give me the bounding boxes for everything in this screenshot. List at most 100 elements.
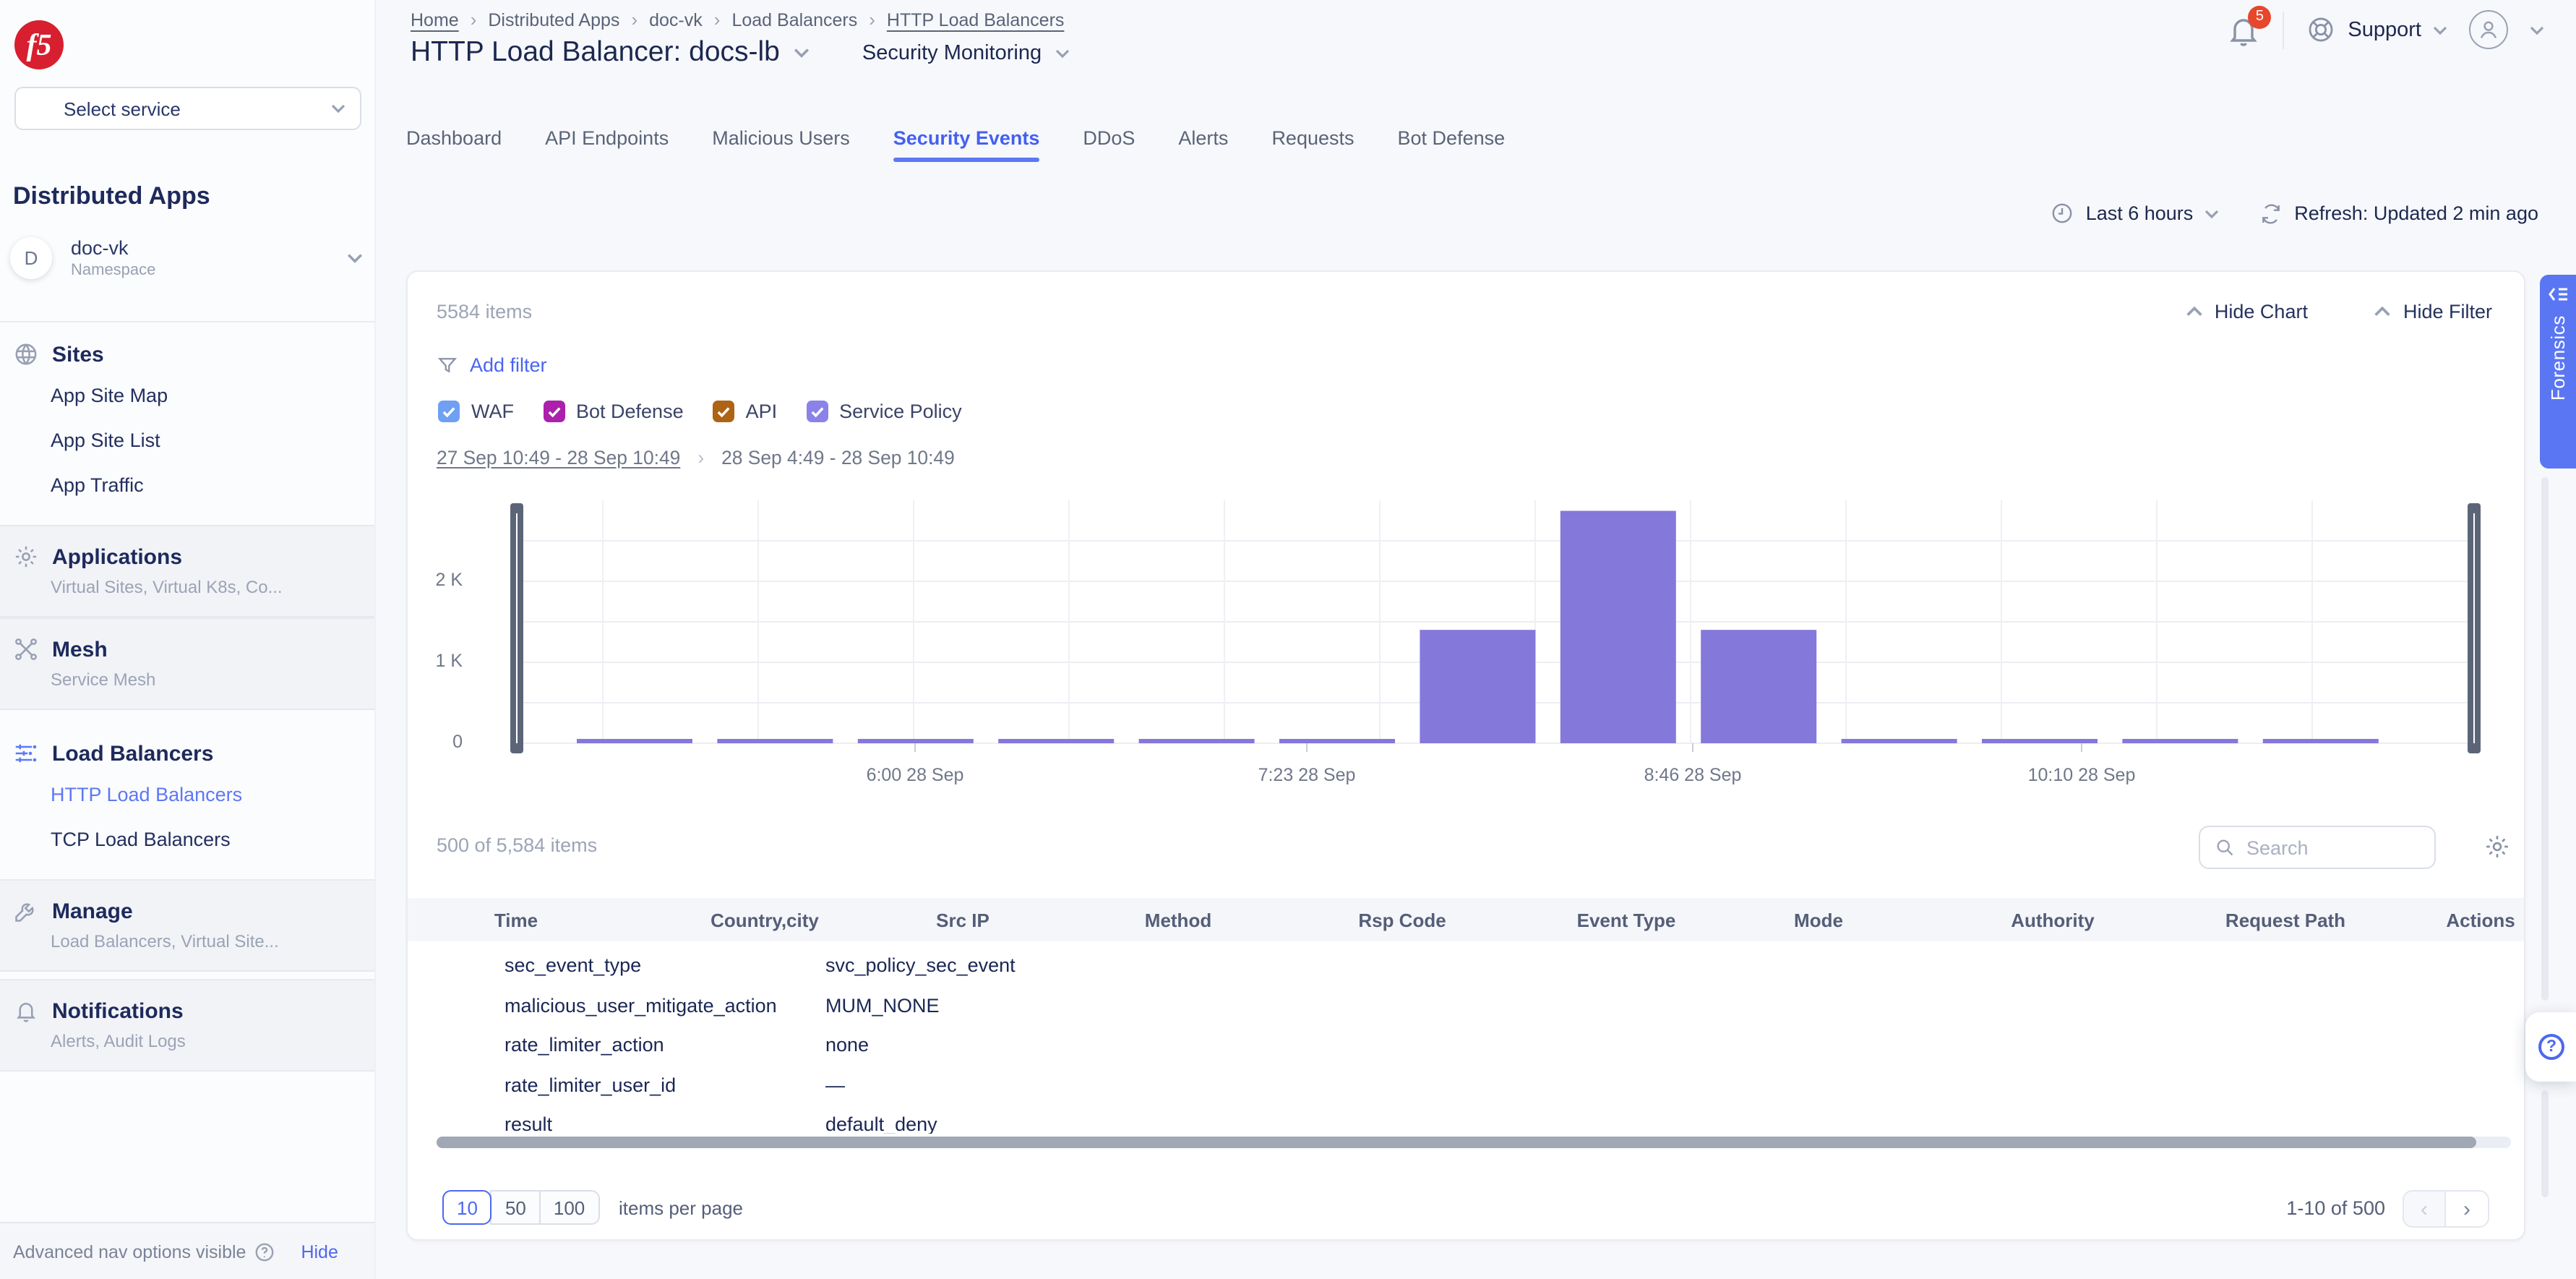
tab-security-events[interactable]: Security Events — [893, 127, 1040, 162]
context-menu[interactable]: Security Monitoring — [862, 41, 1069, 64]
column-header-rsp-code[interactable]: Rsp Code — [1358, 910, 1446, 931]
sidebar-section-label: Sites — [52, 342, 104, 367]
chevron-down-icon[interactable] — [794, 48, 810, 58]
search-input[interactable] — [2246, 837, 2420, 858]
tab-malicious-users[interactable]: Malicious Users — [712, 127, 850, 162]
time-range-dropdown[interactable]: Last 6 hours — [2050, 201, 2220, 226]
breadcrumb-item-doc-vk[interactable]: doc-vk — [649, 9, 703, 30]
sidebar-section-head-mesh[interactable]: Mesh — [0, 636, 374, 662]
table-row[interactable]: sec_event_typesvc_policy_sec_event — [408, 946, 2524, 985]
vertical-scrollbar[interactable] — [2541, 477, 2549, 1001]
hide-nav-link[interactable]: Hide — [301, 1241, 338, 1262]
vertical-scrollbar[interactable] — [2541, 1090, 2549, 1197]
breadcrumb-item-distributed-apps[interactable]: Distributed Apps — [488, 9, 619, 30]
table-row[interactable]: malicious_user_mitigate_actionMUM_NONE — [408, 985, 2524, 1025]
tab-alerts[interactable]: Alerts — [1178, 127, 1228, 162]
bar-8:30[interactable] — [1560, 511, 1676, 743]
bar-11:00[interactable] — [2263, 739, 2379, 743]
refresh-button[interactable]: Refresh: Updated 2 min ago — [2259, 202, 2538, 225]
sidebar-section-head-applications[interactable]: Applications — [0, 544, 374, 570]
page-size-10[interactable]: 10 — [442, 1190, 492, 1225]
prev-page-button[interactable]: ‹ — [2404, 1192, 2446, 1226]
checkbox-bot-defense[interactable] — [543, 401, 564, 422]
filter-service-policy[interactable]: Service Policy — [806, 401, 962, 422]
column-header-request-path[interactable]: Request Path — [2225, 910, 2345, 931]
bar-8:00[interactable] — [1420, 630, 1535, 743]
chevron-down-icon — [1055, 48, 1069, 57]
page-size-100[interactable]: 100 — [539, 1190, 599, 1225]
checkbox-service-policy[interactable] — [806, 401, 828, 422]
user-avatar[interactable] — [2469, 10, 2508, 49]
bar-7:00[interactable] — [1139, 739, 1255, 743]
page-size-50[interactable]: 50 — [491, 1190, 541, 1225]
column-header-actions[interactable]: Actions — [2446, 910, 2515, 931]
select-service-dropdown[interactable]: Select service — [14, 87, 361, 130]
namespace-selector[interactable]: D doc-vk Namespace — [10, 237, 363, 279]
bar-9:00[interactable] — [1701, 630, 1816, 743]
range-slider-right-handle[interactable] — [2468, 503, 2481, 753]
checkbox-waf[interactable] — [438, 401, 460, 422]
breadcrumb-item-http-load-balancers[interactable]: HTTP Load Balancers — [887, 9, 1065, 30]
tab-ddos[interactable]: DDoS — [1083, 127, 1135, 162]
sidebar-band-manage[interactable]: ManageLoad Balancers, Virtual Site... — [0, 879, 374, 972]
next-page-button[interactable]: › — [2446, 1192, 2488, 1226]
range-slider-left-handle[interactable] — [510, 503, 523, 753]
column-header-mode[interactable]: Mode — [1794, 910, 1843, 931]
column-header-authority[interactable]: Authority — [2011, 910, 2095, 931]
table-row[interactable]: rate_limiter_actionnone — [408, 1025, 2524, 1065]
filter-bot-defense[interactable]: Bot Defense — [543, 401, 684, 422]
breadcrumb-item-load-balancers[interactable]: Load Balancers — [731, 9, 857, 30]
sidebar-item-app-traffic[interactable]: App Traffic — [0, 463, 374, 508]
column-header-country-city[interactable]: Country,city — [710, 910, 819, 931]
column-header-method[interactable]: Method — [1145, 910, 1211, 931]
items-count: 5584 items — [437, 301, 532, 322]
bar-5:30[interactable] — [717, 739, 833, 743]
bar-7:30[interactable] — [1279, 739, 1395, 743]
forensics-side-tab[interactable]: Forensics — [2540, 275, 2576, 469]
column-header-time[interactable]: Time — [494, 910, 538, 931]
horizontal-scrollbar-thumb[interactable] — [437, 1137, 2476, 1148]
bar-10:00[interactable] — [1982, 739, 2098, 743]
filter-api[interactable]: API — [713, 401, 778, 422]
sidebar-section-head-notifications[interactable]: Notifications — [0, 998, 374, 1024]
sidebar-item-tcp-load-balancers[interactable]: TCP Load Balancers — [0, 817, 374, 862]
chevron-down-icon[interactable] — [2530, 25, 2544, 34]
time-window-full[interactable]: 27 Sep 10:49 - 28 Sep 10:49 — [437, 447, 680, 469]
table-search[interactable] — [2199, 826, 2436, 869]
tab-bot-defense[interactable]: Bot Defense — [1398, 127, 1506, 162]
filter-waf[interactable]: WAF — [438, 401, 514, 422]
checkbox-api[interactable] — [713, 401, 734, 422]
bar-6:30[interactable] — [998, 739, 1114, 743]
sidebar-band-applications[interactable]: ApplicationsVirtual Sites, Virtual K8s, … — [0, 525, 374, 617]
help-button[interactable]: ? — [2525, 1012, 2576, 1082]
sidebar-item-http-load-balancers[interactable]: HTTP Load Balancers — [0, 772, 374, 817]
bar-10:30[interactable] — [2122, 739, 2238, 743]
sidebar-band-notifications[interactable]: NotificationsAlerts, Audit Logs — [0, 979, 374, 1071]
f5-logo[interactable]: f5 — [14, 20, 64, 69]
bar-5:00[interactable] — [577, 739, 692, 743]
horizontal-scrollbar[interactable] — [437, 1137, 2511, 1148]
bar-6:00[interactable] — [858, 739, 974, 743]
sidebar-item-app-site-map[interactable]: App Site Map — [0, 373, 374, 418]
column-header-event-type[interactable]: Event Type — [1577, 910, 1676, 931]
table-settings-gear-icon[interactable] — [2483, 833, 2511, 860]
sidebar-band-mesh[interactable]: MeshService Mesh — [0, 617, 374, 710]
hide-chart-button[interactable]: Hide Chart — [2186, 301, 2308, 322]
notifications-bell-icon[interactable]: 5 — [2226, 12, 2261, 47]
hide-filter-button[interactable]: Hide Filter — [2374, 301, 2492, 322]
tab-requests[interactable]: Requests — [1271, 127, 1354, 162]
sidebar-item-app-site-list[interactable]: App Site List — [0, 418, 374, 463]
table-row[interactable]: rate_limiter_user_id— — [408, 1065, 2524, 1105]
sidebar-section-head-load-balancers[interactable]: Load Balancers — [0, 740, 374, 766]
tab-dashboard[interactable]: Dashboard — [406, 127, 502, 162]
bar-9:30[interactable] — [1842, 739, 1957, 743]
sidebar-section-head-sites[interactable]: Sites — [0, 341, 374, 367]
table-row[interactable]: resultdefault_deny — [408, 1105, 2524, 1134]
breadcrumb-item-home[interactable]: Home — [411, 9, 459, 30]
help-circle-icon[interactable] — [254, 1241, 275, 1262]
column-header-src-ip[interactable]: Src IP — [936, 910, 989, 931]
tab-api-endpoints[interactable]: API Endpoints — [545, 127, 669, 162]
support-menu[interactable]: Support — [2306, 14, 2447, 45]
add-filter-button[interactable]: Add filter — [437, 354, 547, 376]
sidebar-section-head-manage[interactable]: Manage — [0, 898, 374, 924]
